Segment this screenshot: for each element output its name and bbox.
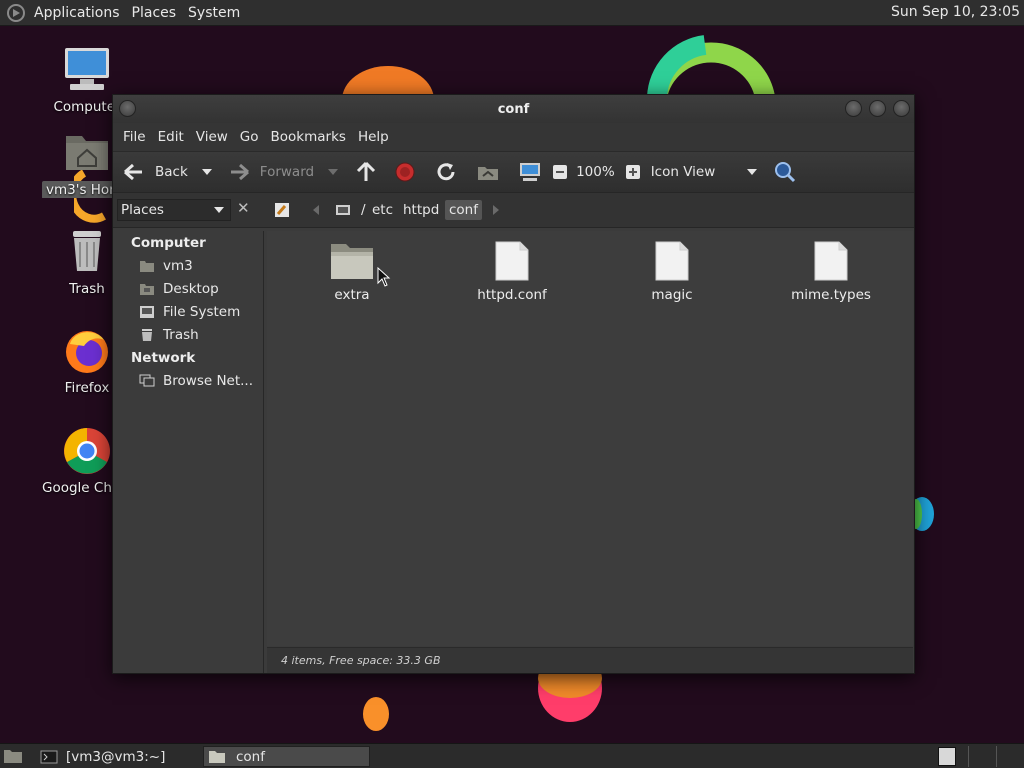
clock[interactable]: Sun Sep 10, 23:05	[891, 4, 1020, 20]
drive-icon	[336, 205, 350, 215]
terminal-icon	[40, 750, 58, 763]
drive-icon	[140, 306, 154, 318]
reload-icon[interactable]	[434, 160, 458, 184]
home-folder-icon	[62, 128, 112, 178]
zoom-in-icon[interactable]	[625, 164, 641, 180]
computer-icon	[62, 45, 112, 95]
distro-logo-icon[interactable]	[6, 3, 26, 23]
bottom-panel: [vm3@vm3:~] conf	[0, 743, 1024, 768]
taskbar-item-terminal[interactable]: [vm3@vm3:~]	[36, 746, 196, 767]
mouse-cursor-icon	[377, 267, 391, 287]
sidebar-item-browse-network[interactable]: Browse Net...	[139, 373, 253, 389]
home-icon[interactable]	[476, 161, 500, 183]
computer-icon[interactable]	[518, 161, 542, 183]
go-menu[interactable]: Go	[234, 129, 265, 145]
places-selector[interactable]: Places	[117, 199, 231, 221]
maximize-button[interactable]	[869, 100, 886, 117]
desktop-folder-icon	[140, 284, 154, 295]
path-root-button[interactable]: /	[335, 200, 366, 220]
zoom-level: 100%	[576, 164, 615, 180]
folder-icon	[331, 244, 373, 279]
document-icon	[495, 241, 529, 281]
firefox-icon	[62, 326, 112, 376]
system-menu[interactable]: System	[182, 5, 246, 21]
trash-icon	[62, 227, 112, 277]
path-scroll-left-icon[interactable]	[313, 205, 319, 215]
folder-icon	[209, 750, 225, 763]
minimize-button[interactable]	[845, 100, 862, 117]
file-view[interactable]: extra httpd.conf magic mime.types	[267, 231, 913, 646]
edit-location-icon[interactable]	[273, 201, 291, 219]
close-button[interactable]	[893, 100, 910, 117]
wallpaper-blob	[363, 697, 389, 731]
search-icon[interactable]	[773, 160, 797, 184]
chrome-icon	[62, 426, 112, 476]
workspace-switcher[interactable]	[938, 747, 956, 766]
file-item-mime-types[interactable]: mime.types	[776, 241, 886, 303]
toolbar: Back Forward 100% Icon View	[113, 151, 914, 193]
window-title: conf	[497, 101, 530, 117]
up-arrow-icon[interactable]	[354, 160, 378, 184]
file-item-httpd-conf[interactable]: httpd.conf	[457, 241, 567, 303]
window-titlebar[interactable]: conf	[113, 95, 914, 123]
path-scroll-right-icon[interactable]	[493, 205, 499, 215]
path-segment-conf[interactable]: conf	[445, 200, 482, 220]
taskbar-item-conf[interactable]: conf	[203, 746, 370, 767]
back-button[interactable]: Back	[121, 157, 188, 187]
path-segment-httpd[interactable]: httpd	[403, 202, 439, 218]
forward-arrow-icon	[230, 163, 249, 181]
sidebar-heading-computer: Computer	[131, 235, 206, 251]
sidebar-heading-network: Network	[131, 350, 196, 366]
applications-menu[interactable]: Applications	[28, 5, 126, 21]
document-icon	[814, 241, 848, 281]
forward-history-dropdown-icon[interactable]	[328, 169, 339, 175]
close-sidebar-icon[interactable]: ✕	[237, 199, 250, 217]
path-segment-etc[interactable]: etc	[372, 202, 393, 218]
status-text: 4 items, Free space: 33.3 GB	[281, 654, 441, 667]
wallpaper-blob	[538, 672, 602, 722]
zoom-out-icon[interactable]	[552, 164, 568, 180]
desktop-icon-label: Computer	[53, 99, 121, 115]
trash-icon	[142, 329, 152, 341]
wallpaper-ring	[647, 35, 775, 100]
places-menu[interactable]: Places	[126, 5, 183, 21]
sidebar-item-file-system[interactable]: File System	[139, 304, 240, 320]
desktop-icon-label: Trash	[69, 281, 105, 297]
sidebar-item-vm3[interactable]: vm3	[139, 258, 193, 274]
window-menubar: File Edit View Go Bookmarks Help	[113, 123, 914, 151]
back-arrow-icon	[124, 163, 142, 181]
chevron-down-icon	[214, 207, 224, 213]
file-item-magic[interactable]: magic	[617, 241, 727, 303]
window-menu-button[interactable]	[119, 100, 136, 117]
document-icon	[655, 241, 689, 281]
status-bar: 4 items, Free space: 33.3 GB	[267, 647, 913, 673]
show-desktop-icon[interactable]	[3, 747, 23, 765]
chevron-down-icon	[746, 169, 757, 175]
taskbar-separator	[968, 746, 969, 767]
places-sidebar: Computer vm3 Desktop File System Trash N…	[113, 231, 264, 673]
sidebar-item-trash[interactable]: Trash	[139, 327, 199, 343]
desktop-icon-label: Firefox	[64, 380, 110, 396]
view-menu[interactable]: View	[190, 129, 234, 145]
sidebar-item-desktop[interactable]: Desktop	[139, 281, 219, 297]
forward-button[interactable]: Forward	[228, 157, 314, 187]
view-mode-select[interactable]: Icon View	[651, 157, 757, 187]
edit-menu[interactable]: Edit	[152, 129, 190, 145]
help-menu[interactable]: Help	[352, 129, 395, 145]
file-menu[interactable]: File	[117, 129, 152, 145]
location-bar: Places ✕ / etc httpd conf	[113, 193, 914, 228]
home-folder-icon	[140, 261, 154, 272]
stop-icon[interactable]	[394, 161, 416, 183]
network-icon	[139, 374, 155, 387]
bookmarks-menu[interactable]: Bookmarks	[265, 129, 352, 145]
file-manager-window: conf File Edit View Go Bookmarks Help Ba…	[112, 94, 915, 674]
back-history-dropdown-icon[interactable]	[201, 169, 212, 175]
top-panel: Applications Places System Sun Sep 10, 2…	[0, 0, 1024, 26]
taskbar-separator	[996, 746, 997, 767]
